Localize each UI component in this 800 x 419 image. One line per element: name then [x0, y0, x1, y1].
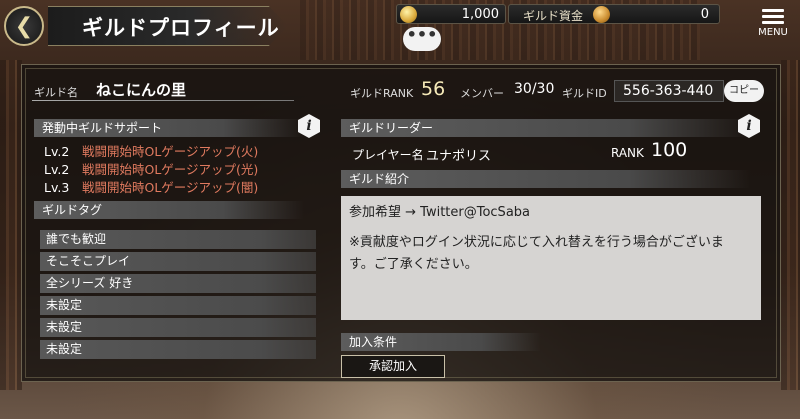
guild-funds-counter: ギルド資金 0 — [508, 4, 720, 24]
back-button[interactable]: ❮ — [4, 6, 44, 46]
support-name: 戦闘開始時OLゲージアップ(闇) — [82, 180, 259, 195]
player-name-label: プレイヤー名 — [352, 148, 424, 162]
support-name: 戦闘開始時OLゲージアップ(火) — [82, 144, 259, 159]
guild-name: ねこにんの里 — [96, 81, 187, 99]
guild-intro-text: 参加希望 → Twitter@TocSaba ※貢献度やログイン状況に応じて入れ… — [341, 196, 761, 320]
member-label: メンバー — [460, 87, 504, 100]
intro-line: ※貢献度やログイン状況に応じて入れ替えを行う場合がございま — [349, 235, 724, 250]
join-condition-value: 承認加入 — [341, 355, 445, 378]
tag-item: 未設定 — [40, 340, 316, 359]
menu-button[interactable]: MENU — [753, 6, 793, 42]
support-name: 戦闘開始時OLゲージアップ(光) — [82, 162, 259, 177]
support-item: Lv.2 戦闘開始時OLゲージアップ(光) — [44, 159, 258, 178]
tags-section-header: ギルドタグ — [34, 201, 304, 219]
gold-value: 1,000 — [461, 7, 499, 22]
member-count: 30/30 — [514, 81, 555, 97]
leader-section-header: ギルドリーダー — [341, 119, 751, 137]
guild-rank-label: ギルドRANK — [350, 87, 414, 100]
copy-id-button[interactable]: コピー — [724, 80, 764, 102]
funds-coin-icon — [593, 6, 610, 23]
menu-label: MENU — [758, 27, 788, 38]
intro-spacer — [349, 224, 753, 232]
leader-rank-label: RANK — [611, 146, 644, 160]
guild-name-underline — [32, 100, 294, 101]
page-title: ギルドプロフィール — [82, 16, 280, 40]
join-condition-header: 加入条件 — [341, 333, 541, 351]
support-level: Lv.2 — [44, 162, 70, 177]
gold-counter: 1,000 — [396, 4, 506, 24]
chat-bubble-icon: ••• — [406, 25, 438, 44]
support-item: Lv.3 戦闘開始時OLゲージアップ(闇) — [44, 177, 258, 196]
intro-line: す。ご了承ください。 — [349, 257, 478, 272]
background-bookshelf-right — [781, 60, 800, 390]
guild-name-label: ギルド名 — [34, 86, 78, 99]
intro-line: 参加希望 → Twitter@TocSaba — [349, 205, 530, 220]
top-bar: ❮ ギルドプロフィール 1,000 ギルド資金 0 ••• MENU — [0, 0, 800, 51]
tag-item: 誰でも歓迎 — [40, 230, 316, 249]
tag-item: 未設定 — [40, 296, 316, 315]
tag-item: 全シリーズ 好き — [40, 274, 316, 293]
gold-coin-icon — [400, 6, 417, 23]
chat-button[interactable]: ••• — [403, 27, 441, 51]
player-name: ユナポリス — [426, 149, 492, 164]
support-item: Lv.2 戦闘開始時OLゲージアップ(火) — [44, 141, 258, 160]
background-bookshelf-left — [0, 60, 22, 390]
guild-rank-value: 56 — [421, 78, 446, 100]
hamburger-icon — [762, 9, 784, 24]
tag-item: 未設定 — [40, 318, 316, 337]
support-level: Lv.3 — [44, 180, 70, 195]
support-section-header: 発動中ギルドサポート — [34, 119, 304, 137]
guild-id-field: 556-363-440 — [614, 80, 724, 102]
guild-funds-label: ギルド資金 — [523, 9, 584, 23]
guild-funds-value: 0 — [700, 7, 709, 22]
back-arrow-icon: ❮ — [14, 13, 34, 39]
tag-item: そこそこプレイ — [40, 252, 316, 271]
intro-section-header: ギルド紹介 — [341, 170, 751, 188]
leader-rank-value: 100 — [651, 139, 688, 161]
support-level: Lv.2 — [44, 144, 70, 159]
guild-id-label: ギルドID — [562, 87, 607, 100]
